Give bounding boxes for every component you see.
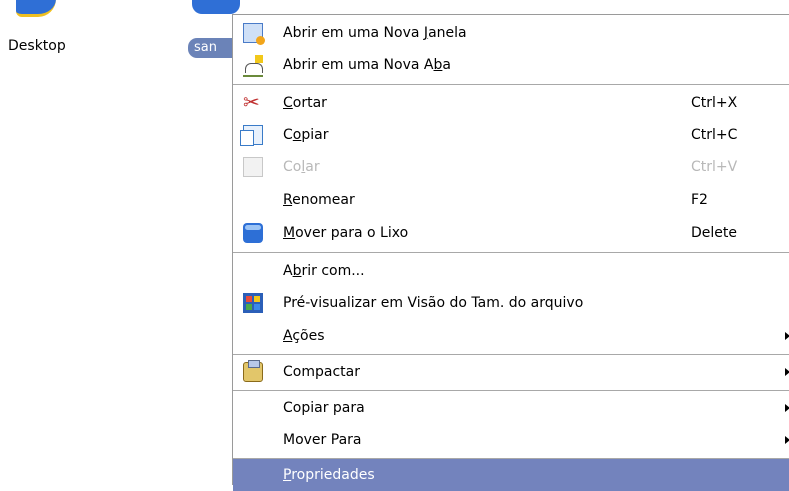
scissors-icon bbox=[243, 86, 263, 118]
new-tab-icon bbox=[243, 55, 263, 77]
shortcut-rename: F2 bbox=[691, 192, 708, 208]
menu-item-preview[interactable]: Pré-visualizar em Visão do Tam. do arqui… bbox=[233, 287, 789, 319]
menu-item-copy[interactable]: Copiar Ctrl+C bbox=[233, 119, 789, 151]
desktop-folder-icon[interactable] bbox=[8, 0, 68, 17]
menu-item-open-new-window[interactable]: Abrir em uma Nova Janela bbox=[233, 17, 789, 49]
shortcut-copy: Ctrl+C bbox=[691, 127, 738, 143]
menu-item-cut[interactable]: Cortar Ctrl+X bbox=[233, 86, 789, 119]
menu-item-open-with[interactable]: Abrir com... bbox=[233, 255, 789, 287]
menu-item-move-to-trash[interactable]: Mover para o Lixo Delete bbox=[233, 217, 789, 249]
submenu-arrow-icon bbox=[785, 368, 789, 376]
menu-item-properties[interactable]: Propriedades bbox=[233, 459, 789, 491]
menu-separator bbox=[233, 84, 789, 85]
context-menu: Abrir em uma Nova Janela Abrir em uma No… bbox=[232, 14, 789, 491]
menu-item-rename[interactable]: Renomear F2 bbox=[233, 184, 789, 216]
submenu-arrow-icon bbox=[785, 404, 789, 412]
menu-separator bbox=[233, 354, 789, 355]
copy-icon bbox=[240, 125, 263, 146]
menu-item-compress[interactable]: Compactar bbox=[233, 356, 789, 388]
shortcut-cut: Ctrl+X bbox=[691, 95, 738, 111]
menu-separator bbox=[233, 390, 789, 391]
trash-icon bbox=[243, 223, 263, 243]
new-window-icon bbox=[243, 23, 265, 45]
menu-item-actions[interactable]: Ações bbox=[233, 320, 789, 352]
shortcut-delete: Delete bbox=[691, 225, 737, 241]
menu-item-open-new-tab[interactable]: Abrir em uma Nova Aba bbox=[233, 49, 789, 81]
shortcut-paste: Ctrl+V bbox=[691, 159, 738, 175]
menu-separator bbox=[233, 252, 789, 253]
submenu-arrow-icon bbox=[785, 332, 789, 340]
submenu-arrow-icon bbox=[785, 436, 789, 444]
paste-icon bbox=[243, 157, 263, 177]
preview-icon bbox=[243, 293, 263, 313]
menu-item-copy-to[interactable]: Copiar para bbox=[233, 392, 789, 424]
menu-item-move-to[interactable]: Mover Para bbox=[233, 424, 789, 456]
compress-icon bbox=[243, 360, 263, 382]
menu-item-paste: Colar Ctrl+V bbox=[233, 151, 789, 183]
desktop-icon-label[interactable]: Desktop bbox=[8, 38, 66, 54]
